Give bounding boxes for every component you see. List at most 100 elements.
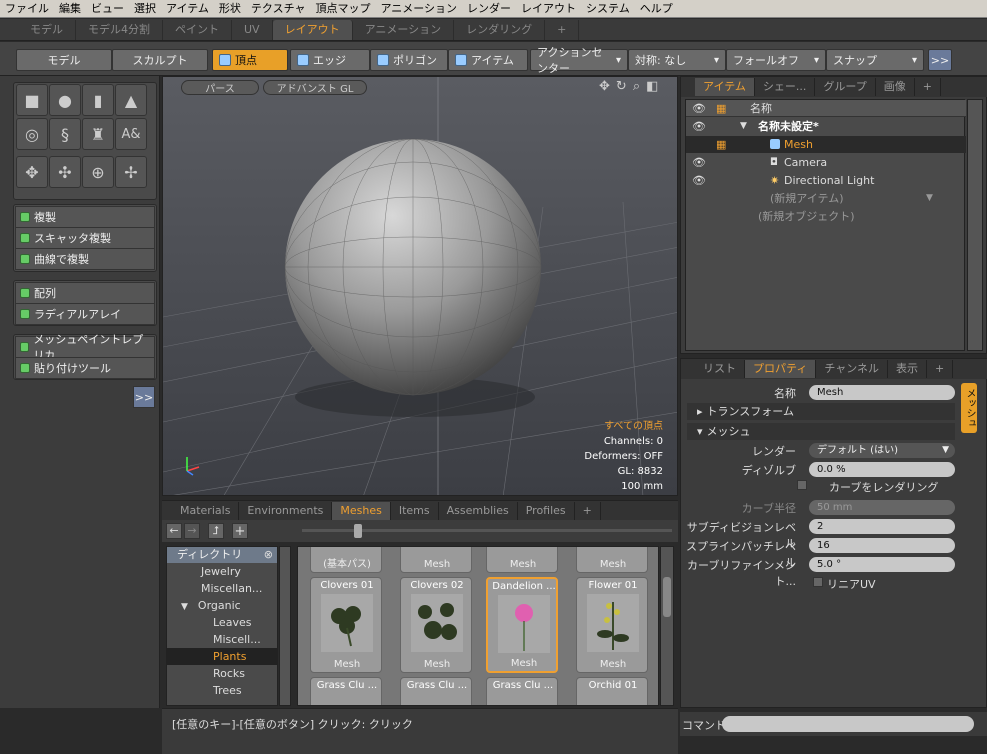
menu-item[interactable]: アイテム: [161, 0, 214, 18]
viewport-nav-icons[interactable]: ✥↻⌕◧: [599, 79, 664, 94]
tab-environments[interactable]: Environments: [239, 501, 333, 520]
duplicate-button[interactable]: 複製: [15, 206, 155, 228]
zoom-icon[interactable]: ⌕: [633, 79, 646, 94]
preset-clovers-01[interactable]: Clovers 01 Mesh: [310, 577, 382, 673]
menu-layout[interactable]: レイアウト: [516, 0, 581, 18]
menu-animation[interactable]: アニメーション: [375, 0, 462, 18]
name-field[interactable]: Mesh: [809, 385, 955, 400]
array-button[interactable]: 配列: [15, 282, 155, 304]
mesh-paint-button[interactable]: メッシュペイントレプリカ: [15, 333, 155, 362]
gl-mode-button[interactable]: アドバンスト GL: [263, 80, 367, 95]
scatter-clone-button[interactable]: スキャッタ複製: [15, 227, 155, 249]
spline-patch-field[interactable]: 16: [809, 538, 955, 553]
tab-model[interactable]: モデル: [18, 19, 76, 40]
orbit-icon[interactable]: ↻: [616, 79, 633, 94]
menu-help[interactable]: ヘルプ: [635, 0, 678, 18]
menu-geometry[interactable]: 形状: [214, 0, 246, 18]
preset-base-path[interactable]: (基本パス): [310, 547, 382, 573]
dir-item-trees[interactable]: Trees: [167, 682, 277, 699]
curve-radius-field[interactable]: 50 mm: [809, 500, 955, 515]
left-more-button[interactable]: >>: [133, 386, 155, 408]
model-button[interactable]: モデル: [16, 49, 112, 71]
preset-clovers-02[interactable]: Clovers 02 Mesh: [400, 577, 472, 673]
dir-item-rocks[interactable]: Rocks: [167, 665, 277, 682]
curve-refine-field[interactable]: 5.0 °: [809, 557, 955, 572]
subdivision-field[interactable]: 2: [809, 519, 955, 534]
menu-system[interactable]: システム: [581, 0, 635, 18]
falloff-dropdown[interactable]: フォールオフ: [726, 49, 826, 71]
preset-grass-2[interactable]: Grass Clu ...: [400, 677, 472, 705]
tree-row-mesh[interactable]: ▦ Mesh: [686, 136, 966, 153]
tab-groups[interactable]: グループ: [815, 78, 876, 96]
tree-row-scene[interactable]: 👁 ▼ 名称未設定*: [686, 118, 966, 135]
sculpt-button[interactable]: スカルプト: [112, 49, 208, 71]
up-folder-icon[interactable]: ⮥: [208, 523, 224, 539]
tab-meshes[interactable]: Meshes: [332, 501, 391, 520]
visibility-icon[interactable]: 👁: [692, 154, 706, 171]
preset-flower-01[interactable]: Flower 01 Mesh: [576, 577, 648, 673]
scale-icon[interactable]: ⊕: [82, 156, 114, 188]
command-input[interactable]: [722, 716, 974, 732]
radial-array-button[interactable]: ラディアルアレイ: [15, 303, 155, 325]
polygon-mode-button[interactable]: ポリゴン: [370, 49, 448, 71]
preset-orchid[interactable]: Orchid 01: [576, 677, 648, 705]
mesh-section[interactable]: ▾ メッシュ: [687, 423, 955, 440]
tab-rendering[interactable]: レンダリング: [454, 19, 546, 40]
menu-view[interactable]: ビュー: [86, 0, 129, 18]
dir-item-leaves[interactable]: Leaves: [167, 614, 277, 631]
snap-dropdown[interactable]: スナップ: [826, 49, 924, 71]
capsule-icon[interactable]: §: [49, 118, 81, 150]
vertex-mode-button[interactable]: 頂点: [212, 49, 288, 71]
tab-channels[interactable]: チャンネル: [816, 360, 889, 378]
menu-file[interactable]: ファイル: [0, 0, 54, 18]
dir-item-misc[interactable]: Miscellan...: [167, 580, 277, 597]
bell-icon[interactable]: ♜: [82, 118, 114, 150]
tab-paint[interactable]: ペイント: [163, 19, 232, 40]
slider-handle[interactable]: [354, 524, 362, 538]
back-arrow-icon[interactable]: ←: [166, 523, 182, 539]
action-center-dropdown[interactable]: アクションセンター: [530, 46, 628, 75]
tab-items[interactable]: Items: [391, 501, 439, 520]
dir-item-jewelry[interactable]: Jewelry: [167, 563, 277, 580]
maximize-icon[interactable]: ◧: [646, 79, 664, 94]
preset-dandelion[interactable]: Dandelion ... Mesh: [486, 577, 558, 673]
perspective-button[interactable]: パース: [181, 80, 259, 95]
expand-arrow-icon[interactable]: ▼: [181, 602, 188, 612]
edge-mode-button[interactable]: エッジ: [290, 49, 370, 71]
item-mode-button[interactable]: アイテム: [448, 49, 528, 71]
dir-item-misc2[interactable]: Miscell...: [167, 631, 277, 648]
tab-model-quad[interactable]: モデル4分割: [76, 19, 163, 40]
tab-properties[interactable]: プロパティ: [745, 360, 817, 378]
close-icon[interactable]: ⊗: [264, 547, 273, 563]
tree-row-light[interactable]: 👁 ✷ Directional Light: [686, 172, 966, 189]
tab-add-props[interactable]: +: [927, 360, 954, 378]
tab-shader[interactable]: シェー...: [755, 78, 816, 96]
preset-top-3[interactable]: Mesh: [486, 547, 558, 573]
tab-uv[interactable]: UV: [232, 19, 273, 40]
tab-animation[interactable]: アニメーション: [353, 19, 455, 40]
tab-display[interactable]: 表示: [888, 360, 928, 378]
menu-select[interactable]: 選択: [129, 0, 161, 18]
torus-icon[interactable]: ◎: [16, 118, 48, 150]
dissolve-field[interactable]: 0.0 %: [809, 462, 955, 477]
linear-uv-checkbox[interactable]: [813, 577, 823, 587]
dir-item-organic[interactable]: ▼ Organic: [167, 597, 277, 614]
add-icon[interactable]: +: [232, 523, 248, 539]
tab-items-list[interactable]: アイテム: [695, 78, 755, 96]
menu-edit[interactable]: 編集: [54, 0, 86, 18]
tree-row-new-object[interactable]: (新規オブジェクト): [686, 208, 966, 225]
mesh-side-tab[interactable]: メッシュ: [961, 383, 977, 433]
cylinder-icon[interactable]: ▮: [82, 84, 114, 116]
tab-images[interactable]: 画像: [876, 78, 915, 96]
tab-add[interactable]: +: [545, 19, 580, 40]
render-dropdown[interactable]: デフォルト (はい) ▼: [809, 443, 955, 458]
preset-grass-3[interactable]: Grass Clu ...: [486, 677, 558, 705]
tab-add-preset[interactable]: +: [575, 501, 601, 520]
preset-top-4[interactable]: Mesh: [576, 547, 648, 573]
tab-list[interactable]: リスト: [695, 360, 745, 378]
tab-add-list[interactable]: +: [915, 78, 941, 96]
visibility-icon[interactable]: 👁: [692, 172, 706, 189]
transform-section[interactable]: ▸ トランスフォーム: [687, 403, 955, 420]
tab-profiles[interactable]: Profiles: [518, 501, 575, 520]
sphere-icon[interactable]: ●: [49, 84, 81, 116]
